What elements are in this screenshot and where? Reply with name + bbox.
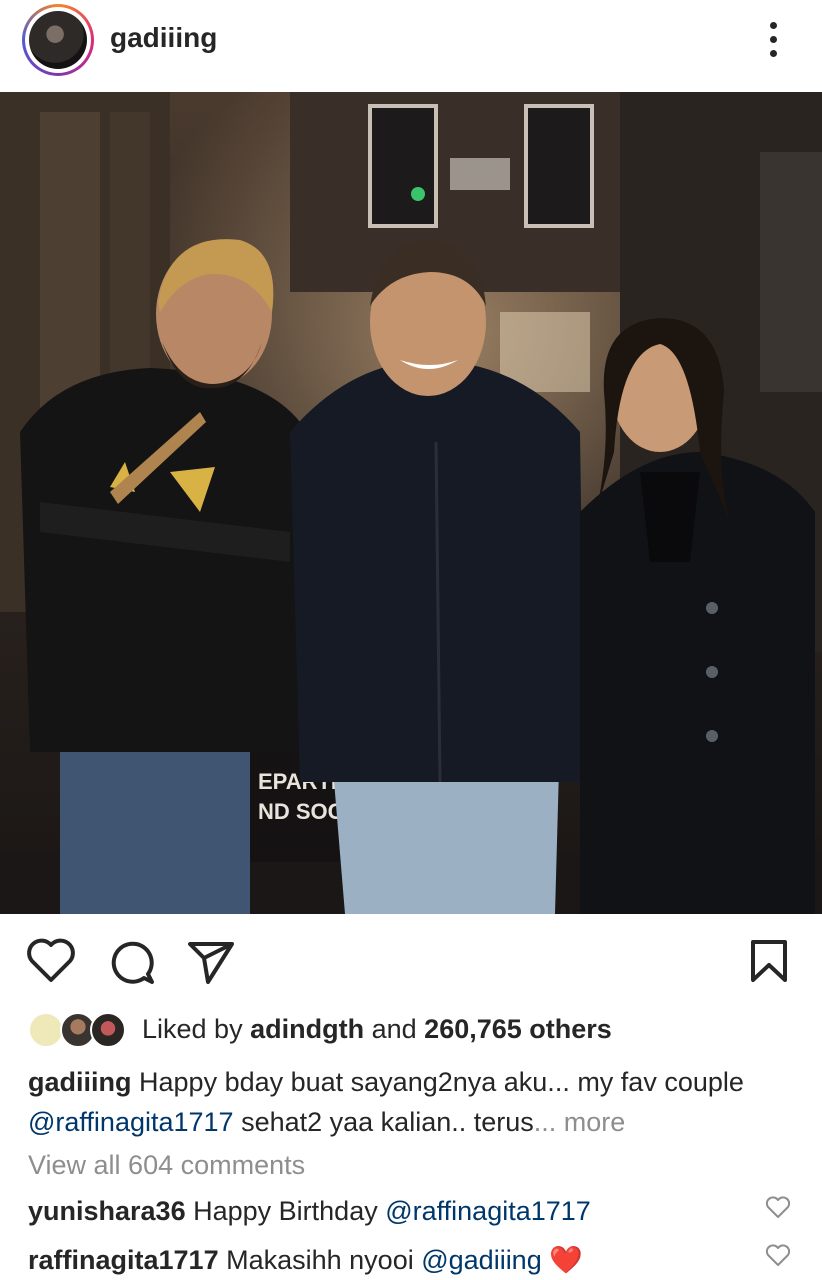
liker-avatars bbox=[28, 1012, 138, 1048]
comment-mention[interactable]: @gadiiing bbox=[421, 1245, 542, 1275]
username[interactable]: gadiiing bbox=[110, 22, 217, 54]
more-vertical-icon[interactable] bbox=[758, 20, 788, 60]
comment-like-icon[interactable] bbox=[765, 1244, 791, 1268]
photo-illustration: EPARTI ND SOC bbox=[0, 92, 822, 914]
send-icon[interactable] bbox=[186, 938, 236, 986]
comment-text: Happy Birthday bbox=[193, 1196, 378, 1226]
post-header: gadiiing bbox=[0, 0, 822, 92]
comment-username[interactable]: yunishara36 bbox=[28, 1196, 186, 1226]
action-bar bbox=[0, 930, 822, 990]
post-photo[interactable]: EPARTI ND SOC bbox=[0, 92, 822, 914]
comment-row: raffinagita1717 Makasihh nyooi @gadiiing… bbox=[28, 1244, 748, 1276]
liked-by-count[interactable]: 260,765 others bbox=[424, 1014, 612, 1044]
comment-mention[interactable]: @raffinagita1717 bbox=[385, 1196, 591, 1226]
caption-text: sehat2 yaa kalian.. terus bbox=[241, 1107, 534, 1137]
liked-by-user[interactable]: adindgth bbox=[250, 1014, 364, 1044]
comment-like-icon[interactable] bbox=[765, 1196, 791, 1220]
caption-more-link[interactable]: ... more bbox=[534, 1107, 626, 1137]
heart-emoji: ❤️ bbox=[549, 1245, 583, 1275]
liker-avatar bbox=[90, 1012, 126, 1048]
caption-mention[interactable]: @raffinagita1717 bbox=[28, 1107, 234, 1137]
bookmark-icon[interactable] bbox=[748, 938, 790, 984]
caption-username[interactable]: gadiiing bbox=[28, 1067, 132, 1097]
liked-by-prefix: Liked by bbox=[142, 1014, 243, 1044]
comment-username[interactable]: raffinagita1717 bbox=[28, 1245, 219, 1275]
liked-by-and: and bbox=[371, 1014, 417, 1044]
likes-row[interactable]: Liked by adindgth and 260,765 others bbox=[28, 1010, 808, 1050]
comment-icon[interactable] bbox=[108, 938, 156, 986]
view-all-comments-link[interactable]: View all 604 comments bbox=[28, 1150, 305, 1181]
comment-text: Makasihh nyooi bbox=[226, 1245, 414, 1275]
caption-text: Happy bday buat sayang2nya aku... my fav… bbox=[139, 1067, 744, 1097]
heart-outline-icon[interactable] bbox=[26, 938, 76, 984]
caption: gadiiing Happy bday buat sayang2nya aku.… bbox=[28, 1062, 808, 1142]
photo-sign-text: ND SOC bbox=[258, 799, 344, 824]
comment-row: yunishara36 Happy Birthday @raffinagita1… bbox=[28, 1196, 748, 1227]
avatar-image bbox=[29, 11, 87, 69]
liker-avatar bbox=[28, 1012, 64, 1048]
likes-text: Liked by adindgth and 260,765 others bbox=[142, 1014, 612, 1045]
avatar[interactable] bbox=[22, 4, 94, 76]
